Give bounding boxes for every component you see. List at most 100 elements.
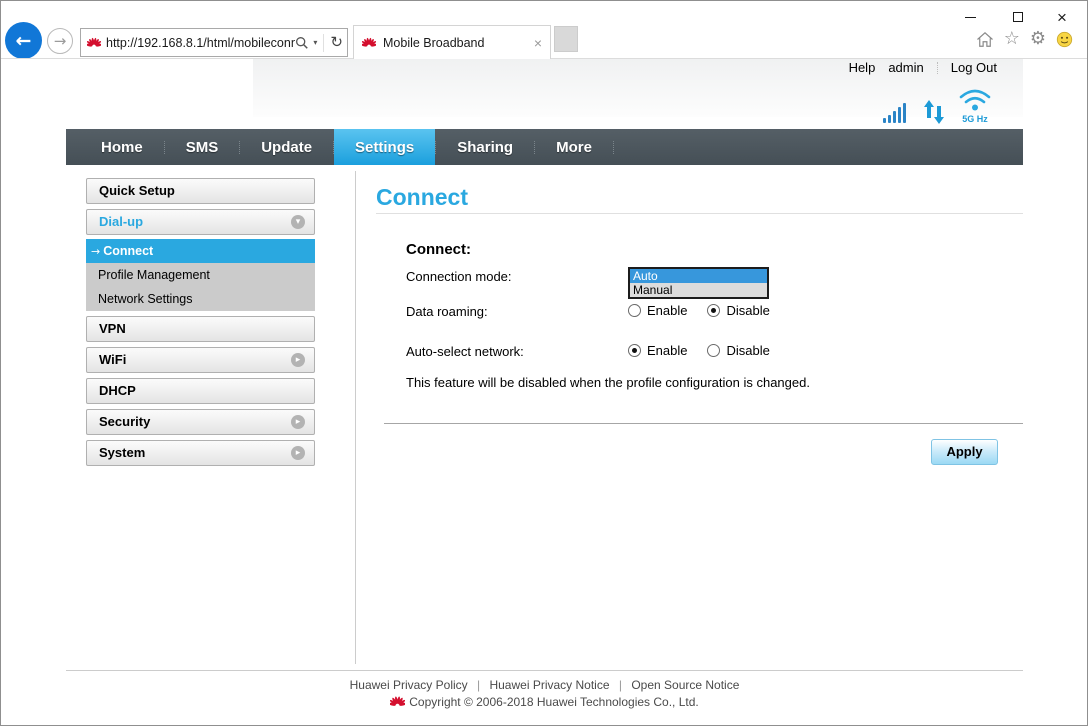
copyright-text: Copyright © 2006-2018 Huawei Technologie…: [409, 695, 698, 709]
traffic-arrows-icon: [923, 100, 945, 124]
sidebar-item-dhcp[interactable]: DHCP: [86, 378, 315, 404]
account-divider: [937, 62, 938, 74]
chevron-right-icon: ▸: [291, 353, 305, 367]
chevron-down-icon: ▾: [291, 215, 305, 229]
huawei-favicon-icon: [87, 37, 101, 49]
title-rule: [376, 213, 1023, 214]
sidebar-item-vpn[interactable]: VPN: [86, 316, 315, 342]
search-icon[interactable]: [295, 36, 309, 50]
nav-tab-sms[interactable]: SMS: [165, 129, 240, 165]
footer-copyright: Copyright © 2006-2018 Huawei Technologie…: [66, 695, 1023, 709]
address-divider: [323, 34, 324, 52]
apply-button[interactable]: Apply: [931, 439, 998, 465]
huawei-logo-icon: [390, 696, 405, 708]
settings-gear-icon[interactable]: ⚙: [1030, 30, 1046, 48]
sidebar-item-label: VPN: [99, 321, 126, 336]
sidebar-item-security[interactable]: Security ▸: [86, 409, 315, 435]
auto-select-network-label: Auto-select network:: [406, 344, 524, 359]
page-title: Connect: [376, 184, 468, 211]
feature-note: This feature will be disabled when the p…: [406, 375, 810, 390]
window-minimize-button[interactable]: [959, 7, 981, 27]
browser-window: × ← → http://192.168.8.1/html/mobileconn…: [0, 0, 1088, 726]
wifi-status: 5G Hz: [958, 89, 992, 124]
sidebar-item-wifi[interactable]: WiFi ▸: [86, 347, 315, 373]
refresh-icon[interactable]: ↻: [330, 35, 343, 50]
radio-label-enable[interactable]: Enable: [647, 303, 687, 318]
footer-links: Huawei Privacy Policy | Huawei Privacy N…: [66, 678, 1023, 692]
radio-enable[interactable]: [628, 304, 641, 317]
sidebar-item-label: Security: [99, 414, 150, 429]
sidebar-item-dial-up[interactable]: Dial-up ▾: [86, 209, 315, 235]
radio-label-enable[interactable]: Enable: [647, 343, 687, 358]
data-roaming-label: Data roaming:: [406, 304, 488, 319]
browser-back-button[interactable]: ←: [5, 22, 42, 59]
tab-close-icon[interactable]: ×: [534, 35, 542, 51]
submenu-item-label: Connect: [103, 244, 153, 258]
connection-mode-select[interactable]: Auto Manual: [628, 267, 769, 299]
sidebar-item-label: WiFi: [99, 352, 126, 367]
window-close-button[interactable]: ×: [1051, 7, 1073, 27]
submenu-item-label: Profile Management: [98, 268, 210, 282]
radio-label-disable[interactable]: Disable: [726, 343, 769, 358]
submenu-item-connect[interactable]: →Connect: [86, 239, 315, 263]
sidebar-item-label: DHCP: [99, 383, 136, 398]
huawei-favicon-icon: [362, 37, 376, 49]
radio-enable[interactable]: [628, 344, 641, 357]
nav-tab-update[interactable]: Update: [240, 129, 333, 165]
signal-strength-icon: [883, 101, 910, 124]
nav-tab-home[interactable]: Home: [80, 129, 164, 165]
content-divider: [355, 171, 356, 664]
footer-rule: [66, 670, 1023, 671]
chevron-right-icon: ▸: [291, 446, 305, 460]
radio-disable[interactable]: [707, 344, 720, 357]
browser-tab[interactable]: Mobile Broadband ×: [353, 25, 551, 59]
user-link[interactable]: admin: [888, 60, 923, 75]
browser-forward-button[interactable]: →: [47, 28, 73, 54]
open-source-notice-link[interactable]: Open Source Notice: [631, 678, 739, 692]
forward-arrow-icon: →: [54, 32, 67, 50]
favorites-star-icon[interactable]: ☆: [1004, 30, 1020, 48]
footer-separator: |: [477, 678, 480, 692]
tab-title: Mobile Broadband: [383, 36, 534, 50]
new-tab-button[interactable]: [554, 26, 578, 52]
current-page-arrow-icon: →: [91, 245, 100, 258]
url-text[interactable]: http://192.168.8.1/html/mobileconne: [106, 36, 295, 50]
sidebar-item-quick-setup[interactable]: Quick Setup: [86, 178, 315, 204]
privacy-policy-link[interactable]: Huawei Privacy Policy: [350, 678, 468, 692]
nav-tab-settings[interactable]: Settings: [334, 129, 435, 165]
footer-separator: |: [619, 678, 622, 692]
section-title: Connect:: [406, 241, 471, 258]
back-arrow-icon: ←: [16, 30, 32, 52]
auto-select-network-radio-group: Enable Disable: [628, 343, 770, 358]
nav-divider: [613, 141, 614, 154]
help-link[interactable]: Help: [849, 60, 876, 75]
sidebar-item-label: System: [99, 445, 145, 460]
radio-label-disable[interactable]: Disable: [726, 303, 769, 318]
chevron-right-icon: ▸: [291, 415, 305, 429]
privacy-notice-link[interactable]: Huawei Privacy Notice: [489, 678, 609, 692]
submenu-item-network-settings[interactable]: Network Settings: [86, 287, 315, 311]
submenu-item-label: Network Settings: [98, 292, 192, 306]
data-roaming-radio-group: Enable Disable: [628, 303, 770, 318]
form-rule: [384, 423, 1023, 424]
main-navbar: Home SMS Update Settings Sharing More: [66, 129, 1023, 165]
home-icon[interactable]: [976, 31, 994, 48]
logout-link[interactable]: Log Out: [951, 60, 997, 75]
nav-tab-more[interactable]: More: [535, 129, 613, 165]
select-option-auto[interactable]: Auto: [630, 269, 767, 283]
address-dropdown-icon[interactable]: ▾: [313, 38, 317, 47]
connection-mode-label: Connection mode:: [406, 269, 512, 284]
feedback-smiley-icon[interactable]: [1056, 31, 1073, 48]
address-bar[interactable]: http://192.168.8.1/html/mobileconne ▾ ↻: [80, 28, 348, 57]
network-badge: 5G Hz: [958, 114, 992, 124]
dial-up-submenu: →Connect Profile Management Network Sett…: [86, 239, 315, 311]
sidebar-item-label: Dial-up: [99, 214, 143, 229]
submenu-item-profile-management[interactable]: Profile Management: [86, 263, 315, 287]
select-option-manual[interactable]: Manual: [630, 283, 767, 297]
nav-tab-sharing[interactable]: Sharing: [436, 129, 534, 165]
wifi-icon: [958, 89, 992, 111]
sidebar-item-system[interactable]: System ▸: [86, 440, 315, 466]
radio-disable[interactable]: [707, 304, 720, 317]
sidebar-item-label: Quick Setup: [99, 183, 175, 198]
window-maximize-button[interactable]: [1007, 7, 1029, 27]
